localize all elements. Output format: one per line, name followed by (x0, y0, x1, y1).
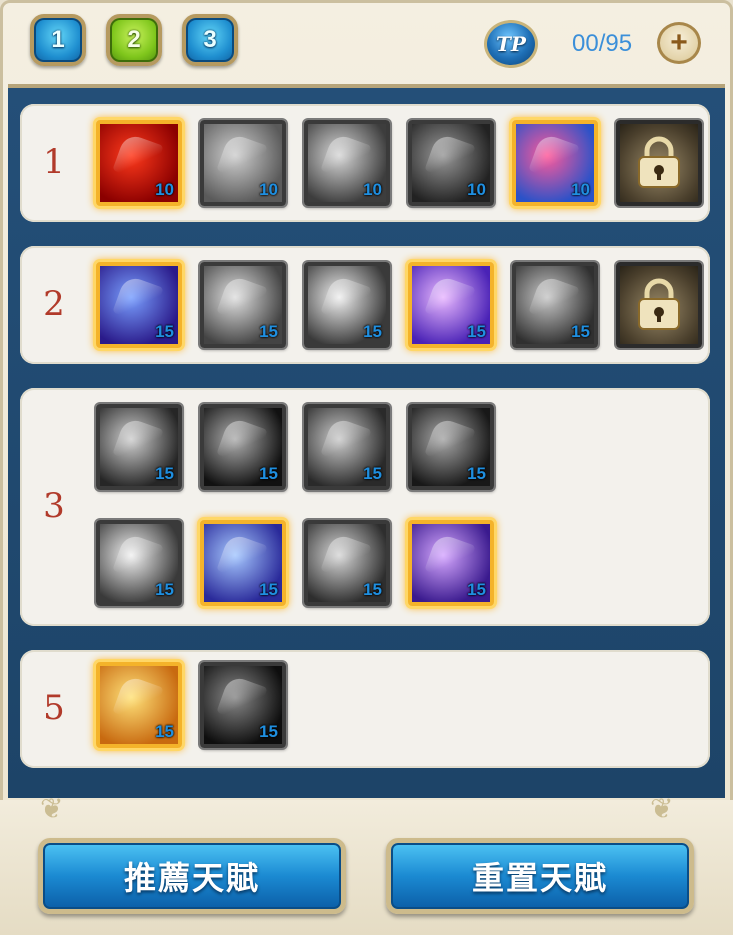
skill-level: 15 (259, 580, 278, 599)
row-label: 3 (43, 486, 65, 526)
button-label: 推薦天賦 (123, 860, 260, 896)
skill-slot[interactable]: 15 (96, 262, 182, 348)
sword-cross-icon (320, 532, 372, 584)
skill-slot[interactable]: 10 (200, 120, 286, 206)
skill-level: 15 (155, 722, 174, 741)
crossed-blades-icon (320, 416, 372, 468)
locked-slot (616, 120, 702, 206)
skill-slot[interactable]: 10 (96, 120, 182, 206)
locked-slot (616, 262, 702, 348)
skill-slot[interactable]: 15 (408, 520, 494, 606)
flame-slash-icon (112, 132, 164, 184)
header-bar: 1 2 3 TP 00/95 + (0, 0, 733, 82)
skill-slot[interactable]: 15 (304, 404, 390, 490)
skill-level: 15 (571, 322, 590, 341)
warrior-figure-icon (424, 132, 476, 184)
spiked-gauntlet-icon (320, 132, 372, 184)
crescent-slash-icon (320, 274, 372, 326)
skill-slot[interactable]: 15 (408, 404, 494, 490)
chain-target-icon (528, 274, 580, 326)
skill-level: 15 (155, 464, 174, 483)
add-tp-button[interactable]: + (657, 22, 701, 64)
row-label: 5 (43, 688, 65, 728)
skill-level: 15 (259, 464, 278, 483)
skill-level: 15 (363, 464, 382, 483)
button-label: 重置天賦 (471, 860, 608, 896)
star-burst-icon (424, 274, 476, 326)
row-label: 1 (43, 142, 65, 182)
tab-label: 1 (51, 26, 65, 53)
blade-wing-icon (112, 274, 164, 326)
reset-talent-button[interactable]: 重置天賦 (386, 838, 694, 914)
recommend-talent-button[interactable]: 推薦天賦 (38, 838, 346, 914)
skill-slot[interactable]: 15 (408, 262, 494, 348)
skill-level: 15 (363, 322, 382, 341)
tp-count: 00/95 (572, 30, 633, 57)
plus-icon: + (670, 26, 688, 59)
skill-level: 15 (259, 722, 278, 741)
skill-level: 15 (467, 464, 486, 483)
skill-level: 15 (155, 580, 174, 599)
skill-level: 15 (363, 580, 382, 599)
skill-slot[interactable]: 10 (408, 120, 494, 206)
tab-label: 2 (127, 26, 141, 53)
dash-runner-icon (216, 274, 268, 326)
skill-slot[interactable]: 10 (304, 120, 390, 206)
tab-page-1[interactable]: 1 (30, 14, 86, 66)
skill-slot[interactable]: 15 (200, 404, 286, 490)
padlock-icon (638, 136, 680, 188)
skill-level: 10 (155, 180, 174, 199)
ornament-icon: ❦ (40, 793, 64, 824)
padlock-icon (638, 278, 680, 330)
dark-vortex-icon (216, 416, 268, 468)
ornament-icon: ❦ (650, 793, 674, 824)
blue-vortex-icon (216, 532, 268, 584)
shield-burst-icon (528, 132, 580, 184)
skill-slot[interactable]: 15 (96, 404, 182, 490)
row-label: 2 (43, 284, 65, 324)
skill-level: 15 (467, 580, 486, 599)
skill-level: 10 (259, 180, 278, 199)
tp-icon: TP (484, 20, 538, 68)
tab-page-2[interactable]: 2 (106, 14, 162, 66)
skill-slot[interactable]: 10 (512, 120, 598, 206)
skill-slot[interactable]: 15 (512, 262, 598, 348)
skill-level: 15 (155, 322, 174, 341)
skill-level: 10 (363, 180, 382, 199)
skill-slot[interactable]: 15 (200, 262, 286, 348)
tab-page-3[interactable]: 3 (182, 14, 238, 66)
skill-level: 10 (571, 180, 590, 199)
shadow-beast-icon (216, 674, 268, 726)
shadow-warrior-icon (424, 416, 476, 468)
shatter-burst-icon (112, 532, 164, 584)
tab-label: 3 (203, 26, 217, 53)
skill-slot[interactable]: 15 (96, 662, 182, 748)
skill-slot[interactable]: 15 (96, 520, 182, 606)
skill-slot[interactable]: 15 (200, 520, 286, 606)
golden-blast-icon (112, 674, 164, 726)
skill-slot[interactable]: 15 (304, 520, 390, 606)
skill-level: 15 (467, 322, 486, 341)
skill-slot[interactable]: 15 (304, 262, 390, 348)
purple-sword-icon (424, 532, 476, 584)
armor-chest-icon (216, 132, 268, 184)
skill-level: 10 (467, 180, 486, 199)
skill-level: 15 (259, 322, 278, 341)
vortex-slash-icon (112, 416, 164, 468)
skill-slot[interactable]: 15 (200, 662, 286, 748)
